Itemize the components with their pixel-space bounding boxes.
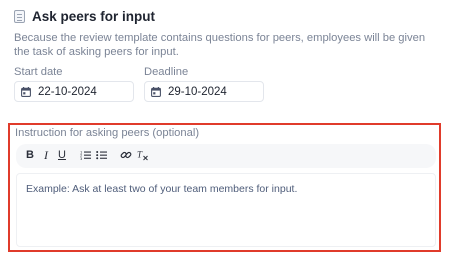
instruction-section: Instruction for asking peers (optional) …	[8, 123, 441, 252]
link-icon[interactable]	[120, 149, 132, 161]
deadline-field[interactable]: 29-10-2024	[144, 81, 264, 102]
bullet-list-icon[interactable]	[96, 150, 107, 160]
section-description: Because the review template contains que…	[14, 32, 426, 58]
svg-text:3: 3	[80, 157, 82, 160]
start-date-field[interactable]: 22-10-2024	[14, 81, 134, 102]
ordered-list-icon[interactable]: 1 2 3	[80, 150, 91, 160]
clear-format-icon[interactable]: T	[137, 149, 149, 161]
section-title: Ask peers for input	[32, 9, 156, 24]
underline-button[interactable]: U	[58, 148, 66, 162]
bold-button[interactable]: B	[26, 148, 34, 162]
instruction-editor[interactable]: Example: Ask at least two of your team m…	[16, 173, 436, 247]
svg-text:T: T	[137, 150, 143, 160]
instruction-label: Instruction for asking peers (optional)	[15, 127, 200, 139]
section-header: Ask peers for input	[14, 9, 155, 24]
deadline-value: 29-10-2024	[168, 85, 227, 98]
calendar-icon	[21, 86, 31, 97]
rich-text-toolbar: B I U 1 2 3 T	[16, 144, 436, 168]
start-date-label: Start date	[14, 66, 63, 78]
document-icon	[14, 10, 25, 23]
calendar-icon	[151, 86, 161, 97]
deadline-label: Deadline	[144, 66, 189, 78]
italic-button[interactable]: I	[44, 148, 48, 162]
editor-placeholder: Example: Ask at least two of your team m…	[26, 183, 298, 195]
start-date-value: 22-10-2024	[38, 85, 97, 98]
